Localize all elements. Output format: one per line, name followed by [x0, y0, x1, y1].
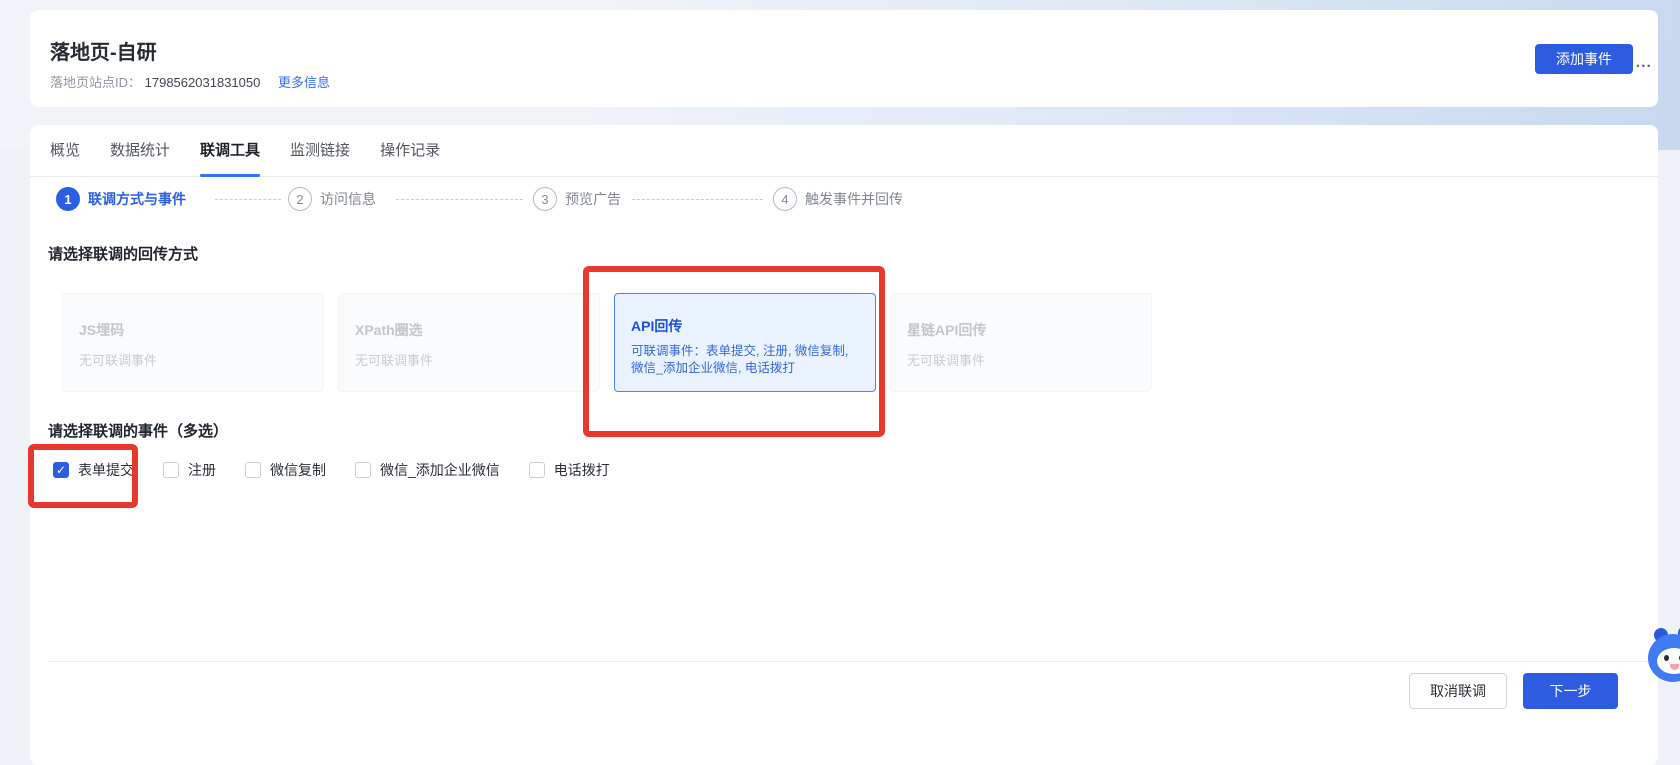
step-2-number: 2 — [288, 187, 312, 211]
step-connector-1 — [215, 199, 281, 200]
step-2-label: 访问信息 — [320, 189, 376, 209]
page-header: 落地页-自研 落地页站点ID： 1798562031831050 更多信息 添加… — [30, 10, 1658, 107]
footer-buttons: 取消联调 下一步 — [1409, 673, 1618, 709]
tab-monitor-links[interactable]: 监测链接 — [290, 125, 350, 177]
step-4-label: 触发事件并回传 — [805, 189, 903, 209]
site-id-label: 落地页站点ID： — [50, 75, 141, 90]
checkbox-phone-call-box[interactable] — [529, 462, 545, 478]
step-1-label: 联调方式与事件 — [88, 189, 186, 209]
tab-bar: 概览 数据统计 联调工具 监测链接 操作记录 — [30, 125, 1658, 177]
checkbox-wechat-add-enterprise-label: 微信_添加企业微信 — [380, 460, 500, 480]
method-card-starlink-api[interactable]: 星链API回传 无可联调事件 — [890, 293, 1152, 392]
tab-debug-tool[interactable]: 联调工具 — [200, 125, 260, 177]
checkbox-register[interactable]: 注册 — [163, 460, 216, 480]
event-section-heading: 请选择联调的事件（多选） — [48, 420, 228, 441]
step-2: 2 访问信息 — [288, 187, 376, 211]
checkbox-register-label: 注册 — [188, 460, 216, 480]
step-connector-2 — [396, 199, 523, 200]
mascot-eye-left-icon — [1664, 655, 1669, 661]
step-1: 1 联调方式与事件 — [56, 187, 186, 211]
checkbox-form-submit-box[interactable]: ✓ — [53, 462, 69, 478]
main-panel: 概览 数据统计 联调工具 监测链接 操作记录 1 联调方式与事件 2 访问信息 … — [30, 125, 1658, 765]
checkbox-register-box[interactable] — [163, 462, 179, 478]
checkbox-wechat-add-enterprise[interactable]: 微信_添加企业微信 — [355, 460, 500, 480]
method-card-starlink-api-title: 星链API回传 — [907, 320, 1135, 340]
checkbox-wechat-add-enterprise-box[interactable] — [355, 462, 371, 478]
method-card-xpath-desc: 无可联调事件 — [355, 350, 583, 369]
checkbox-wechat-copy-label: 微信复制 — [270, 460, 326, 480]
method-card-starlink-api-desc: 无可联调事件 — [907, 350, 1135, 369]
event-checkbox-row: ✓ 表单提交 注册 微信复制 微信_添加企业微信 电话拨打 — [53, 460, 610, 480]
method-card-js[interactable]: JS埋码 无可联调事件 — [62, 293, 324, 392]
checkbox-phone-call-label: 电话拨打 — [554, 460, 610, 480]
mascot-avatar[interactable] — [1648, 628, 1680, 688]
add-event-button[interactable]: 添加事件 — [1535, 44, 1633, 74]
step-3: 3 预览广告 — [533, 187, 621, 211]
checkbox-wechat-copy-box[interactable] — [245, 462, 261, 478]
method-card-api-title: API回传 — [631, 316, 859, 336]
next-step-button[interactable]: 下一步 — [1523, 673, 1618, 709]
step-3-label: 预览广告 — [565, 189, 621, 209]
method-section-heading: 请选择联调的回传方式 — [48, 243, 198, 264]
tab-statistics[interactable]: 数据统计 — [110, 125, 170, 177]
footer-divider — [48, 661, 1658, 662]
tab-overview[interactable]: 概览 — [50, 125, 80, 177]
more-menu-icon[interactable]: ... — [1636, 54, 1652, 72]
method-card-js-desc: 无可联调事件 — [79, 350, 307, 369]
step-1-number: 1 — [56, 187, 80, 211]
checkbox-form-submit[interactable]: ✓ 表单提交 — [53, 460, 134, 480]
method-cards-row: JS埋码 无可联调事件 XPath圈选 无可联调事件 API回传 可联调事件：表… — [62, 293, 1152, 392]
more-info-link[interactable]: 更多信息 — [278, 75, 330, 90]
checkbox-phone-call[interactable]: 电话拨打 — [529, 460, 610, 480]
checkbox-form-submit-label: 表单提交 — [78, 460, 134, 480]
step-4-number: 4 — [773, 187, 797, 211]
page-title: 落地页-自研 — [50, 36, 157, 65]
method-card-xpath-title: XPath圈选 — [355, 320, 583, 340]
site-id-value: 1798562031831050 — [145, 75, 261, 90]
method-card-js-title: JS埋码 — [79, 320, 307, 340]
step-3-number: 3 — [533, 187, 557, 211]
method-card-api-desc: 可联调事件：表单提交, 注册, 微信复制, 微信_添加企业微信, 电话拨打 — [631, 343, 859, 377]
method-card-api[interactable]: API回传 可联调事件：表单提交, 注册, 微信复制, 微信_添加企业微信, 电… — [614, 293, 876, 392]
cancel-debug-button[interactable]: 取消联调 — [1409, 673, 1507, 709]
method-card-xpath[interactable]: XPath圈选 无可联调事件 — [338, 293, 600, 392]
tab-operation-log[interactable]: 操作记录 — [380, 125, 440, 177]
site-id-row: 落地页站点ID： 1798562031831050 更多信息 — [50, 72, 330, 91]
step-4: 4 触发事件并回传 — [773, 187, 903, 211]
step-connector-3 — [632, 199, 763, 200]
checkbox-wechat-copy[interactable]: 微信复制 — [245, 460, 326, 480]
check-icon: ✓ — [56, 464, 66, 476]
